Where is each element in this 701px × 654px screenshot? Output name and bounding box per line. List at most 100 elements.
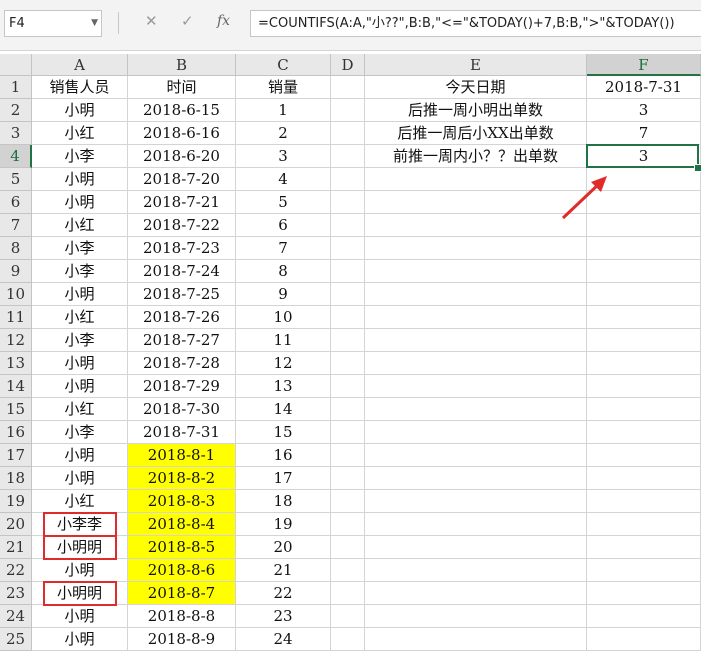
cell-e5[interactable] — [365, 168, 587, 191]
cell-c21[interactable]: 20 — [236, 536, 331, 559]
cell-c15[interactable]: 14 — [236, 398, 331, 421]
cell-b16[interactable]: 2018-7-31 — [128, 421, 236, 444]
cell-e24[interactable] — [365, 605, 587, 628]
cell-f8[interactable] — [587, 237, 701, 260]
cell-f25[interactable] — [587, 628, 701, 651]
cell-c4[interactable]: 3 — [236, 145, 331, 168]
cell-c1[interactable]: 销量 — [236, 76, 331, 99]
cell-f18[interactable] — [587, 467, 701, 490]
cell-d23[interactable] — [331, 582, 365, 605]
cell-b8[interactable]: 2018-7-23 — [128, 237, 236, 260]
cell-c16[interactable]: 15 — [236, 421, 331, 444]
cell-a2[interactable]: 小明 — [32, 99, 128, 122]
cell-c12[interactable]: 11 — [236, 329, 331, 352]
cell-b21[interactable]: 2018-8-5 — [128, 536, 236, 559]
cell-b12[interactable]: 2018-7-27 — [128, 329, 236, 352]
cell-a17[interactable]: 小明 — [32, 444, 128, 467]
cell-f4[interactable]: 3 — [587, 145, 701, 168]
cell-d22[interactable] — [331, 559, 365, 582]
name-box[interactable]: F4 ▼ — [4, 10, 102, 37]
cell-d6[interactable] — [331, 191, 365, 214]
row-header[interactable]: 7 — [0, 214, 32, 237]
cell-e9[interactable] — [365, 260, 587, 283]
cell-b10[interactable]: 2018-7-25 — [128, 283, 236, 306]
cell-e21[interactable] — [365, 536, 587, 559]
cell-b5[interactable]: 2018-7-20 — [128, 168, 236, 191]
insert-function-icon[interactable]: fx — [217, 13, 230, 29]
cell-c9[interactable]: 8 — [236, 260, 331, 283]
cell-f16[interactable] — [587, 421, 701, 444]
cell-e13[interactable] — [365, 352, 587, 375]
cell-a23[interactable]: 小明明 — [32, 582, 128, 605]
cell-e4[interactable]: 前推一周内小？？出单数 — [365, 145, 587, 168]
cell-c25[interactable]: 24 — [236, 628, 331, 651]
column-header-d[interactable]: D — [331, 54, 365, 76]
cell-e8[interactable] — [365, 237, 587, 260]
cell-b1[interactable]: 时间 — [128, 76, 236, 99]
row-header[interactable]: 17 — [0, 444, 32, 467]
cell-a10[interactable]: 小明 — [32, 283, 128, 306]
cell-a20[interactable]: 小李李 — [32, 513, 128, 536]
cell-e16[interactable] — [365, 421, 587, 444]
cell-a6[interactable]: 小明 — [32, 191, 128, 214]
cell-b2[interactable]: 2018-6-15 — [128, 99, 236, 122]
cell-c13[interactable]: 12 — [236, 352, 331, 375]
cell-d9[interactable] — [331, 260, 365, 283]
row-header[interactable]: 23 — [0, 582, 32, 605]
cell-c11[interactable]: 10 — [236, 306, 331, 329]
cell-f7[interactable] — [587, 214, 701, 237]
cell-f3[interactable]: 7 — [587, 122, 701, 145]
cell-c20[interactable]: 19 — [236, 513, 331, 536]
cell-c14[interactable]: 13 — [236, 375, 331, 398]
cell-c18[interactable]: 17 — [236, 467, 331, 490]
cell-e14[interactable] — [365, 375, 587, 398]
column-header-c[interactable]: C — [236, 54, 331, 76]
row-header[interactable]: 6 — [0, 191, 32, 214]
row-header[interactable]: 12 — [0, 329, 32, 352]
cell-f2[interactable]: 3 — [587, 99, 701, 122]
cell-a7[interactable]: 小红 — [32, 214, 128, 237]
cell-a5[interactable]: 小明 — [32, 168, 128, 191]
cell-d3[interactable] — [331, 122, 365, 145]
cell-f12[interactable] — [587, 329, 701, 352]
cell-b18[interactable]: 2018-8-2 — [128, 467, 236, 490]
cell-b22[interactable]: 2018-8-6 — [128, 559, 236, 582]
cell-f21[interactable] — [587, 536, 701, 559]
cell-a11[interactable]: 小红 — [32, 306, 128, 329]
cell-b14[interactable]: 2018-7-29 — [128, 375, 236, 398]
cell-a3[interactable]: 小红 — [32, 122, 128, 145]
cell-f20[interactable] — [587, 513, 701, 536]
row-header[interactable]: 8 — [0, 237, 32, 260]
cell-b13[interactable]: 2018-7-28 — [128, 352, 236, 375]
enter-check-icon[interactable]: ✓ — [181, 12, 194, 30]
cell-f23[interactable] — [587, 582, 701, 605]
row-header[interactable]: 3 — [0, 122, 32, 145]
cell-e18[interactable] — [365, 467, 587, 490]
cell-e23[interactable] — [365, 582, 587, 605]
cell-f15[interactable] — [587, 398, 701, 421]
cell-c6[interactable]: 5 — [236, 191, 331, 214]
row-header[interactable]: 9 — [0, 260, 32, 283]
cell-a19[interactable]: 小红 — [32, 490, 128, 513]
cell-e17[interactable] — [365, 444, 587, 467]
cell-a1[interactable]: 销售人员 — [32, 76, 128, 99]
cell-e2[interactable]: 后推一周小明出单数 — [365, 99, 587, 122]
cell-a24[interactable]: 小明 — [32, 605, 128, 628]
row-header[interactable]: 22 — [0, 559, 32, 582]
row-header[interactable]: 14 — [0, 375, 32, 398]
cell-c19[interactable]: 18 — [236, 490, 331, 513]
row-header[interactable]: 20 — [0, 513, 32, 536]
cell-c5[interactable]: 4 — [236, 168, 331, 191]
row-header[interactable]: 24 — [0, 605, 32, 628]
cell-d25[interactable] — [331, 628, 365, 651]
cell-b20[interactable]: 2018-8-4 — [128, 513, 236, 536]
cell-d5[interactable] — [331, 168, 365, 191]
row-header[interactable]: 10 — [0, 283, 32, 306]
cell-f14[interactable] — [587, 375, 701, 398]
select-all-corner[interactable] — [0, 54, 32, 76]
cell-a15[interactable]: 小红 — [32, 398, 128, 421]
cell-b17[interactable]: 2018-8-1 — [128, 444, 236, 467]
cell-d4[interactable] — [331, 145, 365, 168]
cell-c17[interactable]: 16 — [236, 444, 331, 467]
cell-b4[interactable]: 2018-6-20 — [128, 145, 236, 168]
